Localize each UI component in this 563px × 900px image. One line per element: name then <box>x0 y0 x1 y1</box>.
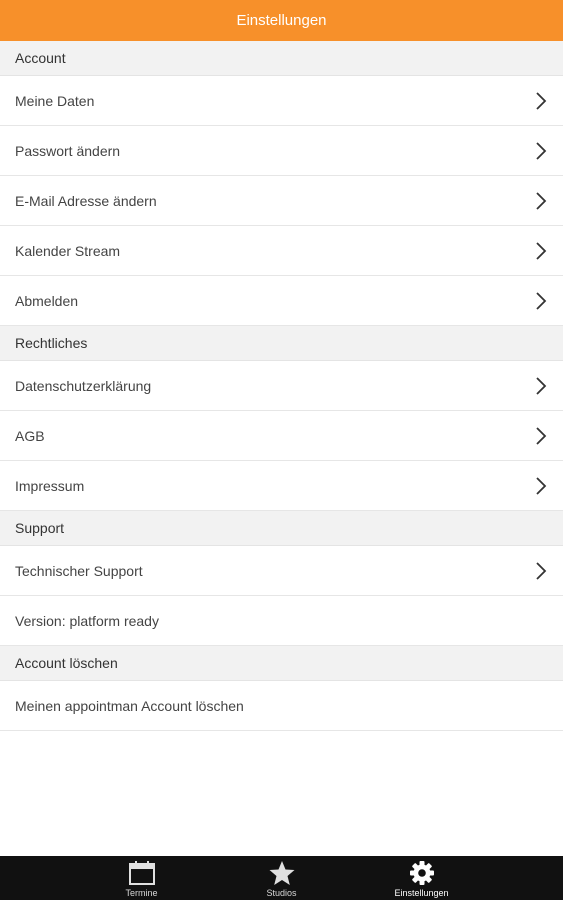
calendar-icon <box>128 859 156 886</box>
row-impressum[interactable]: Impressum <box>0 461 563 511</box>
chevron-right-icon <box>535 291 549 311</box>
row-label: Meine Daten <box>15 92 95 109</box>
chevron-right-icon <box>535 476 549 496</box>
row-agb[interactable]: AGB <box>0 411 563 461</box>
chevron-right-icon <box>535 191 549 211</box>
section-header-rechtliches: Rechtliches <box>0 326 563 361</box>
page-title: Einstellungen <box>236 12 327 29</box>
section-title: Support <box>15 520 65 536</box>
version-text: Version: platform ready <box>15 612 159 629</box>
tab-label: Studios <box>266 888 297 898</box>
row-label: Kalender Stream <box>15 242 121 259</box>
chevron-right-icon <box>535 376 549 396</box>
star-icon <box>268 859 296 886</box>
section-title: Account <box>15 50 66 66</box>
row-delete-account[interactable]: Meinen appointman Account löschen <box>0 681 563 731</box>
tab-studios[interactable]: Studios <box>212 856 352 900</box>
tab-einstellungen[interactable]: Einstellungen <box>352 856 492 900</box>
chevron-right-icon <box>535 141 549 161</box>
row-label: Meinen appointman Account löschen <box>15 697 244 714</box>
row-label: Abmelden <box>15 292 79 309</box>
row-label: Technischer Support <box>15 562 143 579</box>
settings-list: Account Meine Daten Passwort ändern E-Ma… <box>0 41 563 731</box>
row-label: Passwort ändern <box>15 142 121 159</box>
row-version: Version: platform ready <box>0 596 563 646</box>
section-header-support: Support <box>0 511 563 546</box>
row-label: Datenschutzerklärung <box>15 377 152 394</box>
chevron-right-icon <box>535 241 549 261</box>
row-label: Impressum <box>15 477 85 494</box>
row-email-aendern[interactable]: E-Mail Adresse ändern <box>0 176 563 226</box>
row-technischer-support[interactable]: Technischer Support <box>0 546 563 596</box>
row-abmelden[interactable]: Abmelden <box>0 276 563 326</box>
row-kalender-stream[interactable]: Kalender Stream <box>0 226 563 276</box>
tab-bar: Termine Studios Einstellungen <box>0 856 563 900</box>
app-header: Einstellungen <box>0 0 563 41</box>
chevron-right-icon <box>535 91 549 111</box>
section-title: Rechtliches <box>15 335 88 351</box>
tab-termine[interactable]: Termine <box>72 856 212 900</box>
row-passwort-aendern[interactable]: Passwort ändern <box>0 126 563 176</box>
row-label: AGB <box>15 427 45 444</box>
row-datenschutz[interactable]: Datenschutzerklärung <box>0 361 563 411</box>
section-title: Account löschen <box>15 655 118 671</box>
tab-label: Termine <box>125 888 158 898</box>
section-header-account-loeschen: Account löschen <box>0 646 563 681</box>
section-header-account: Account <box>0 41 563 76</box>
tab-label: Einstellungen <box>394 888 449 898</box>
chevron-right-icon <box>535 561 549 581</box>
row-meine-daten[interactable]: Meine Daten <box>0 76 563 126</box>
chevron-right-icon <box>535 426 549 446</box>
gear-icon <box>408 859 436 886</box>
row-label: E-Mail Adresse ändern <box>15 192 157 209</box>
